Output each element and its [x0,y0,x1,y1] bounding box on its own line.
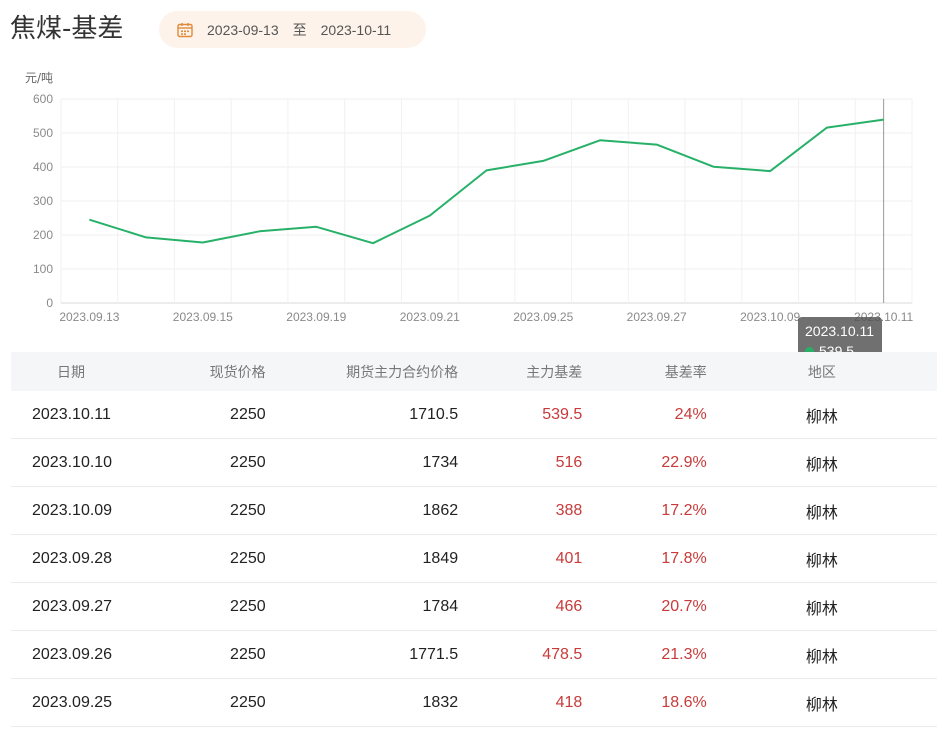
cell-futures-price: 1734 [265,438,459,487]
cell-region: 柳林 [706,534,937,583]
cell-basis-rate: 24% [582,391,707,439]
cell-date: 2023.09.25 [11,678,160,727]
x-tick-label: 2023.09.13 [59,310,119,324]
cell-basis-rate: 21.3% [582,630,707,679]
cell-spot-price: 2250 [159,438,266,487]
cell-basis: 478.5 [458,630,583,679]
cell-region: 柳林 [706,391,937,439]
cell-basis: 418 [458,678,583,727]
cell-date: 2023.09.26 [11,630,160,679]
y-tick-label: 100 [33,262,53,276]
cell-spot-price: 2250 [159,678,266,727]
cell-date: 2023.09.28 [11,534,160,583]
x-tick-label: 2023.09.15 [173,310,233,324]
cell-region: 柳林 [706,630,937,679]
cell-futures-price: 1710.5 [265,391,459,439]
date-range-picker[interactable]: 2023-09-13 至 2023-10-11 [159,11,426,48]
end-date-input[interactable]: 2023-10-11 [321,22,392,38]
cell-date: 2023.10.11 [11,391,160,439]
header-date: 日期 [11,352,160,391]
start-date-input[interactable]: 2023-09-13 [207,22,279,38]
header-basis: 主力基差 [458,352,583,391]
cell-basis-rate: 17.2% [582,486,707,535]
cell-basis: 516 [458,438,583,487]
series-line [89,118,884,245]
cell-basis: 539.5 [458,391,583,439]
cell-basis-rate: 20.7% [582,582,707,631]
y-tick-label: 0 [46,296,53,310]
cell-spot-price: 2250 [159,582,266,631]
cell-region: 柳林 [706,438,937,487]
table-header-row: 日期 现货价格 期货主力合约价格 主力基差 基差率 地区 [11,352,937,391]
cell-spot-price: 2250 [159,486,266,535]
table-row: 2023.09.27 2250 1784 466 20.7% 柳林 [11,582,937,631]
header-basis-rate: 基差率 [582,352,707,391]
cell-region: 柳林 [706,678,937,727]
chart-svg: 0 100 200 300 400 500 600 元/吨 2023.09.13 2023.09.… [25,71,914,324]
cell-region: 柳林 [706,582,937,631]
cell-basis: 401 [458,534,583,583]
x-tick-label: 2023.09.27 [627,310,687,324]
cell-spot-price: 2250 [159,391,266,439]
y-tick-label: 200 [33,228,53,242]
cell-basis: 466 [458,582,583,631]
cell-futures-price: 1832 [265,678,459,727]
y-tick-label: 300 [33,194,53,208]
basis-table: 日期 现货价格 期货主力合约价格 主力基差 基差率 地区 2023.10.11 … [11,352,937,727]
table-row: 2023.10.11 2250 1710.5 539.5 24% 柳林 [11,391,937,439]
cell-region: 柳林 [706,486,937,535]
header-region: 地区 [706,352,937,391]
table-row: 2023.09.26 2250 1771.5 478.5 21.3% 柳林 [11,630,937,679]
basis-line-chart[interactable]: 0 100 200 300 400 500 600 元/吨 2023.09.13 2023.09.… [0,60,944,368]
header-spot-price: 现货价格 [159,352,266,391]
date-range-separator: 至 [292,21,307,38]
cell-futures-price: 1862 [265,486,459,535]
cell-date: 2023.09.27 [11,582,160,631]
cell-spot-price: 2250 [159,534,266,583]
table-row: 2023.09.25 2250 1832 418 18.6% 柳林 [11,678,937,727]
table-row: 2023.10.09 2250 1862 388 17.2% 柳林 [11,486,937,535]
cell-basis-rate: 18.6% [582,678,707,727]
cell-date: 2023.10.09 [11,486,160,535]
cell-date: 2023.10.10 [11,438,160,487]
table-row: 2023.10.10 2250 1734 516 22.9% 柳林 [11,438,937,487]
x-tick-label: 2023.09.25 [513,310,573,324]
cell-basis: 388 [458,486,583,535]
x-tick-label: 2023.10.09 [740,310,800,324]
y-tick-label: 500 [33,126,53,140]
x-tick-label: 2023.09.19 [286,310,346,324]
cell-futures-price: 1849 [265,534,459,583]
x-tick-label: 2023.09.21 [400,310,460,324]
y-axis-label: 元/吨 [25,71,53,85]
cell-basis-rate: 17.8% [582,534,707,583]
cell-futures-price: 1784 [265,582,459,631]
cell-basis-rate: 22.9% [582,438,707,487]
page-title: 焦煤-基差 [10,14,124,44]
table-row: 2023.09.28 2250 1849 401 17.8% 柳林 [11,534,937,583]
header-futures-price: 期货主力合约价格 [265,352,459,391]
cell-futures-price: 1771.5 [265,630,459,679]
calendar-icon [177,22,193,38]
cell-spot-price: 2250 [159,630,266,679]
y-tick-label: 600 [33,92,53,106]
tooltip-date: 2023.10.11 [805,323,875,339]
y-tick-label: 400 [33,160,53,174]
